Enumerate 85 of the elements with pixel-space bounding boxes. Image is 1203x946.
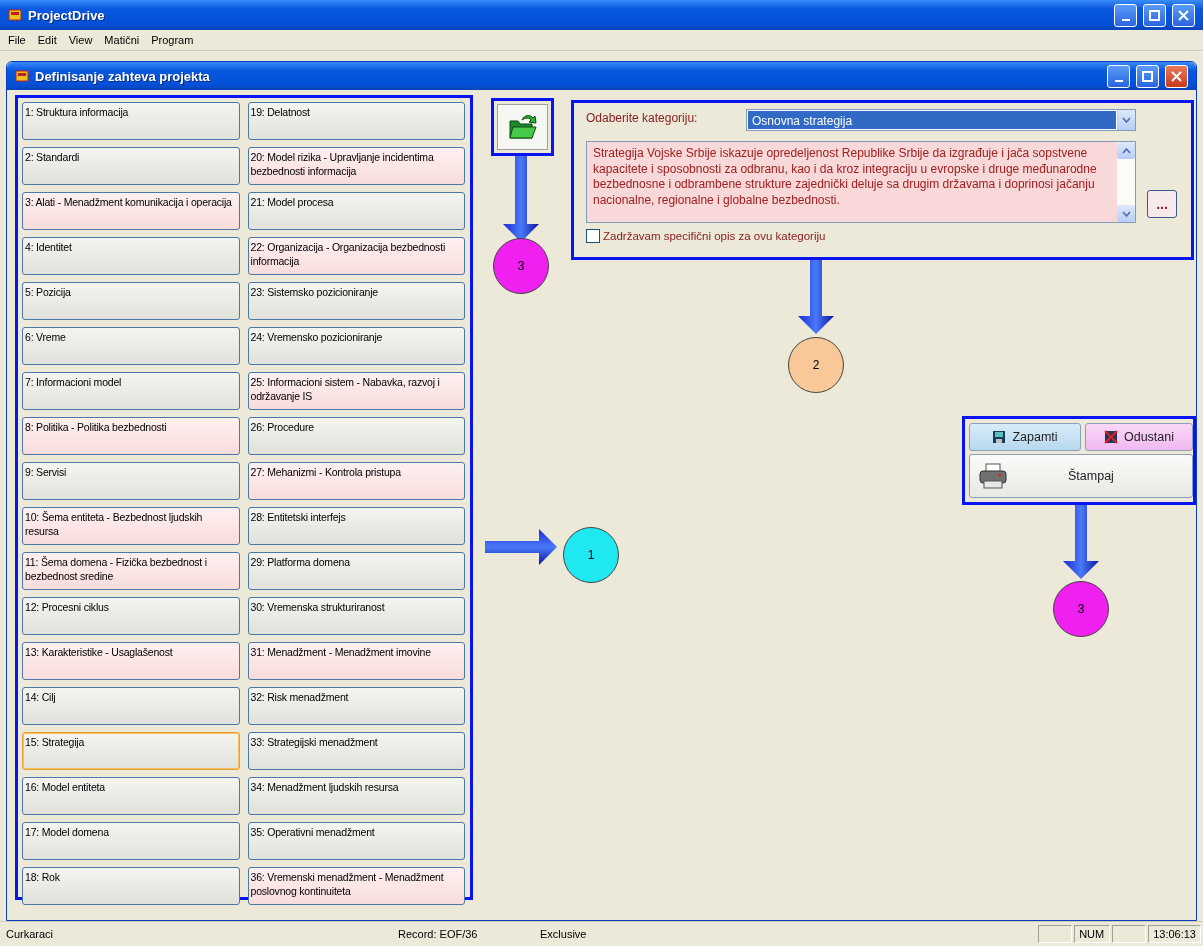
app-icon [15, 69, 29, 83]
window-title: Definisanje zahteva projekta [35, 68, 211, 84]
requirement-button[interactable]: 33: Strategijski menadžment [247, 732, 465, 770]
requirement-button[interactable]: 25: Informacioni sistem - Nabavka, razvoj i održavanje IS [247, 372, 465, 410]
requirement-button[interactable]: 14: Cilj [22, 687, 240, 725]
menu-item[interactable]: Matični [100, 32, 144, 48]
requirement-button[interactable]: 26: Procedure [247, 417, 465, 455]
requirement-button[interactable]: 12: Procesni ciklus [22, 597, 240, 635]
callout-number: 3 [1053, 581, 1109, 637]
status-pane [1038, 925, 1073, 943]
requirement-button[interactable]: 2: Standardi [22, 147, 240, 185]
requirement-button[interactable]: 1: Struktura informacija [22, 102, 240, 140]
app-title: ProjectDrive [28, 7, 106, 23]
cancel-icon [1104, 430, 1118, 444]
requirement-button[interactable]: 30: Vremenska strukturiranost [247, 597, 465, 635]
record-status: Record: EOF/36 [397, 928, 479, 940]
requirement-button[interactable]: 28: Entitetski interfejs [247, 507, 465, 545]
mode-status: Exclusive [539, 928, 588, 940]
requirement-button[interactable]: 21: Model procesa [247, 192, 465, 230]
maximize-button[interactable] [1136, 64, 1159, 88]
keep-description-checkbox[interactable] [586, 229, 600, 243]
close-icon [1171, 70, 1182, 82]
requirement-button[interactable]: 27: Mehanizmi - Kontrola pristupa [247, 462, 465, 500]
requirement-button[interactable]: 29: Platforma domena [247, 552, 465, 590]
requirement-button[interactable]: 5: Pozicija [22, 282, 240, 320]
scroll-up-icon[interactable] [1121, 147, 1131, 154]
requirement-button[interactable]: 18: Rok [22, 867, 240, 905]
status-pane [1112, 925, 1147, 943]
close-button[interactable] [1165, 64, 1188, 88]
menu-item[interactable]: Program [147, 32, 198, 48]
requirement-button[interactable]: 36: Vremenski menadžment - Menadžment poslovnog kontinuiteta [247, 867, 465, 905]
requirement-button[interactable]: 16: Model entiteta [22, 777, 240, 815]
save-button[interactable]: Zapamti [969, 423, 1081, 451]
num-lock-indicator: NUM [1074, 925, 1111, 943]
menu-item[interactable]: View [64, 32, 97, 48]
printer-icon [978, 463, 1008, 489]
requirement-button[interactable]: 23: Sistemsko pozicioniranje [247, 282, 465, 320]
requirement-button[interactable]: 4: Identitet [22, 237, 240, 275]
requirement-button[interactable]: 32: Risk menadžment [247, 687, 465, 725]
category-dropdown[interactable]: Osnovna strategija [746, 109, 1136, 131]
app-icon [8, 8, 22, 22]
requirement-button[interactable]: 20: Model rizika - Upravljanje incidentima bezbednosti informacija [247, 147, 465, 185]
requirement-button[interactable]: 11: Šema domena - Fizička bezbednost i bezbednost sredine [22, 552, 240, 590]
folder-arrow-icon [507, 113, 538, 141]
minimize-icon [1114, 79, 1123, 82]
description-textarea[interactable]: Strategija Vojske Srbije iskazuje opredeljenost Republike Srbije da izgrađuje i jača sopstvene kapacitete i sposobnosti za odbranu, kao i da kroz integraciju u evropske i druge međunarodne bezbednosne i odbrambene strukture zajednički deluje sa drugim državama i doprinosi jačanju nacionalne, regionalne i globalne bezbednosti. [586, 141, 1136, 223]
minimize-button[interactable] [1107, 64, 1130, 88]
open-folder-button[interactable] [497, 104, 548, 150]
requirement-button[interactable]: 10: Šema entiteta - Bezbednost ljudskih resursa [22, 507, 240, 545]
requirement-button[interactable]: 35: Operativni menadžment [247, 822, 465, 860]
menu-item[interactable]: File [4, 32, 30, 48]
requirement-button[interactable]: 6: Vreme [22, 327, 240, 365]
cancel-button[interactable]: Odustani [1085, 423, 1193, 451]
requirement-button[interactable]: 19: Delatnost [247, 102, 465, 140]
maximize-button[interactable] [1143, 3, 1166, 27]
status-message: Curkaraci [5, 928, 55, 940]
menu-item[interactable]: Edit [33, 32, 61, 48]
chevron-down-icon [1122, 117, 1131, 123]
callout-number: 2 [788, 337, 844, 393]
requirement-button[interactable]: 24: Vremensko pozicioniranje [247, 327, 465, 365]
close-icon [1178, 9, 1189, 21]
minimize-button[interactable] [1114, 3, 1137, 27]
callout-number: 3 [493, 238, 549, 294]
clock: 13:06:13 [1148, 925, 1201, 943]
requirement-button[interactable]: 22: Organizacija - Organizacija bezbednosti informacija [247, 237, 465, 275]
close-button[interactable] [1172, 3, 1195, 27]
more-button[interactable]: ... [1147, 190, 1177, 218]
requirement-button[interactable]: 8: Politika - Politika bezbednosti [22, 417, 240, 455]
minimize-icon [1121, 18, 1130, 21]
requirement-button[interactable]: 15: Strategija [22, 732, 240, 770]
maximize-icon [1142, 70, 1153, 82]
requirement-button[interactable]: 9: Servisi [22, 462, 240, 500]
maximize-icon [1149, 9, 1160, 21]
requirement-button[interactable]: 31: Menadžment - Menadžment imovine [247, 642, 465, 680]
print-button[interactable]: Štampaj [969, 454, 1193, 498]
requirement-button[interactable]: 13: Karakteristike - Usaglašenost [22, 642, 240, 680]
requirement-button[interactable]: 3: Alati - Menadžment komunikacija i operacija [22, 192, 240, 230]
arrow-drawing [485, 529, 557, 565]
requirement-button[interactable]: 17: Model domena [22, 822, 240, 860]
category-label: Odaberite kategoriju: [586, 111, 698, 125]
scroll-down-icon[interactable] [1121, 210, 1131, 217]
requirement-button[interactable]: 34: Menadžment ljudskih resursa [247, 777, 465, 815]
requirement-button[interactable]: 7: Informacioni model [22, 372, 240, 410]
callout-number: 1 [563, 527, 619, 583]
checkbox-label: Zadržavam specifični opis za ovu kategoriju [603, 230, 826, 242]
